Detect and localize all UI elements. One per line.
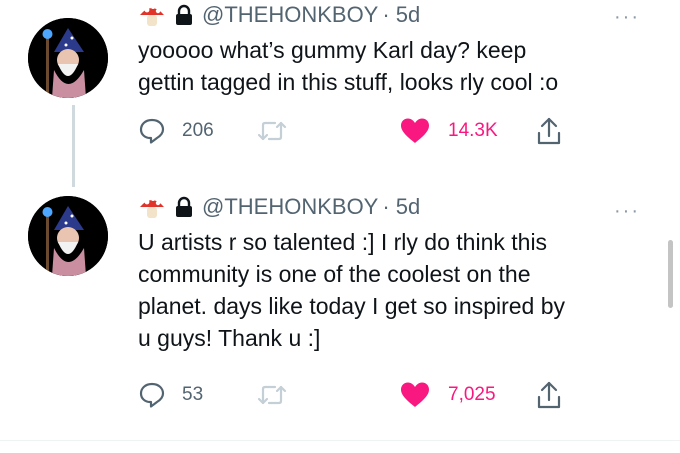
tweet-text: U artists r so talented :] I rly do thin… <box>138 229 566 351</box>
mushroom-icon <box>140 197 164 218</box>
divider <box>0 440 680 441</box>
scrollbar[interactable] <box>668 240 673 308</box>
tweet-time[interactable]: · 5d <box>382 2 420 28</box>
mushroom-icon <box>140 5 164 26</box>
more-options-button[interactable]: ··· <box>614 201 640 221</box>
thread-line <box>72 105 75 187</box>
share-button[interactable] <box>536 380 562 410</box>
reply-icon <box>139 118 165 144</box>
tweet-actions: 206 14.3K <box>138 116 598 146</box>
like-count: 14.3K <box>448 120 498 141</box>
reply-button[interactable]: 206 <box>138 116 214 146</box>
tweet-time[interactable]: · 5d <box>382 194 420 220</box>
tweet-header: @THEHONKBOY · 5d <box>138 192 420 222</box>
share-icon <box>537 381 561 409</box>
tweet-header: @THEHONKBOY · 5d <box>138 0 420 30</box>
tweet-actions: 53 7,025 <box>138 380 598 410</box>
reply-count: 206 <box>182 120 214 141</box>
tweet-handle[interactable]: @THEHONKBOY <box>202 194 378 220</box>
lock-icon <box>176 196 192 217</box>
tweet[interactable]: @THEHONKBOY · 5d ··· yooooo what’s gummy… <box>0 0 680 190</box>
retweet-button[interactable] <box>256 380 304 410</box>
like-button[interactable]: 7,025 <box>400 380 496 410</box>
tweet-handle[interactable]: @THEHONKBOY <box>202 2 378 28</box>
retweet-icon <box>257 385 287 405</box>
tweet-text: yooooo what’s gummy Karl day? keep getti… <box>138 37 559 95</box>
heart-icon <box>401 118 429 143</box>
more-options-button[interactable]: ··· <box>614 7 640 27</box>
share-icon <box>537 117 561 145</box>
like-button[interactable]: 14.3K <box>400 116 498 146</box>
retweet-icon <box>257 121 287 141</box>
avatar[interactable] <box>28 18 108 98</box>
lock-icon <box>176 4 192 25</box>
retweet-button[interactable] <box>256 116 304 146</box>
reply-icon <box>139 382 165 408</box>
share-button[interactable] <box>536 116 562 146</box>
reply-count: 53 <box>182 384 204 405</box>
reply-button[interactable]: 53 <box>138 380 203 410</box>
avatar[interactable] <box>28 196 108 276</box>
like-count: 7,025 <box>448 384 496 405</box>
heart-icon <box>401 382 429 407</box>
tweet[interactable]: @THEHONKBOY · 5d ··· U artists r so tale… <box>0 190 680 440</box>
